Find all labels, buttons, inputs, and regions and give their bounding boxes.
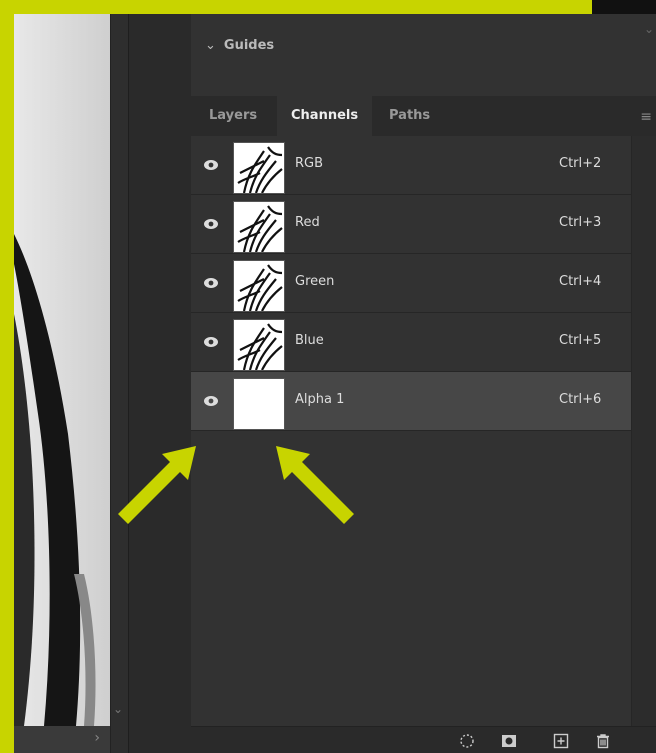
channel-thumbnail	[233, 142, 285, 194]
canvas-status-bar: ›	[14, 726, 110, 753]
channel-thumbnail	[233, 319, 285, 371]
channel-name: Blue	[295, 333, 324, 348]
channel-name: Green	[295, 274, 335, 289]
trash-icon[interactable]	[595, 733, 611, 749]
panel-menu-icon[interactable]: ≡	[640, 109, 652, 125]
channel-thumbnail	[233, 260, 285, 312]
guides-panel: ⌄ Guides ⌄	[191, 14, 656, 97]
guides-panel-header[interactable]: ⌄ Guides	[205, 38, 274, 50]
channel-shortcut: Ctrl+3	[559, 215, 602, 230]
channels-panel: ⌄ Guides ⌄ Layers Channels Paths ≡ RGB Ct…	[191, 14, 656, 753]
channel-row-blue[interactable]: Blue Ctrl+5	[191, 313, 631, 372]
chevron-down-icon[interactable]: ⌄	[113, 702, 123, 716]
channel-list: RGB Ctrl+2 Red Ctrl+3 Green Ctrl+4 Blue …	[191, 136, 631, 431]
chevron-right-icon[interactable]: ›	[94, 730, 100, 746]
channels-footer-toolbar	[191, 726, 656, 753]
channel-row-green[interactable]: Green Ctrl+4	[191, 254, 631, 313]
eye-visibility-icon[interactable]	[203, 335, 219, 349]
canvas-image	[14, 14, 110, 726]
channel-name: Alpha 1	[295, 392, 345, 407]
channel-row-red[interactable]: Red Ctrl+3	[191, 195, 631, 254]
scroll-up-icon[interactable]: ⌄	[644, 22, 654, 36]
eye-visibility-icon[interactable]	[203, 217, 219, 231]
eye-visibility-icon[interactable]	[203, 394, 219, 408]
annotation-arrow-thumbnail	[276, 446, 354, 524]
channel-shortcut: Ctrl+6	[559, 392, 602, 407]
load-selection-icon[interactable]	[459, 733, 475, 749]
tab-layers[interactable]: Layers	[195, 96, 271, 136]
channel-thumbnail	[233, 201, 285, 253]
canvas-vertical-scrollbar[interactable]: ⌄	[110, 14, 129, 753]
channel-row-alpha-1[interactable]: Alpha 1 Ctrl+6	[191, 372, 631, 431]
channel-name: RGB	[295, 156, 324, 171]
new-channel-icon[interactable]	[553, 733, 569, 749]
guides-panel-title: Guides	[223, 38, 275, 50]
channel-shortcut: Ctrl+5	[559, 333, 602, 348]
photoshop-window: › ⌄ ⌄ Guides ⌄ Layers Channels Paths ≡ RG…	[14, 14, 656, 753]
panel-tab-bar: Layers Channels Paths ≡	[191, 96, 656, 137]
channel-name: Red	[295, 215, 320, 230]
eye-visibility-icon[interactable]	[203, 276, 219, 290]
channel-list-scrollbar[interactable]	[631, 136, 656, 726]
panel-dock-gutter	[128, 14, 192, 753]
channel-shortcut: Ctrl+2	[559, 156, 602, 171]
channel-row-rgb[interactable]: RGB Ctrl+2	[191, 136, 631, 195]
eye-visibility-icon[interactable]	[203, 158, 219, 172]
corner-overlay	[592, 0, 656, 14]
chevron-down-icon: ⌄	[205, 38, 216, 50]
channel-thumbnail-white	[233, 378, 285, 430]
save-selection-mask-icon[interactable]	[501, 733, 517, 749]
tab-channels[interactable]: Channels	[277, 96, 373, 136]
channel-shortcut: Ctrl+4	[559, 274, 602, 289]
annotation-arrow-eye	[118, 446, 196, 524]
tab-paths[interactable]: Paths	[375, 96, 444, 136]
